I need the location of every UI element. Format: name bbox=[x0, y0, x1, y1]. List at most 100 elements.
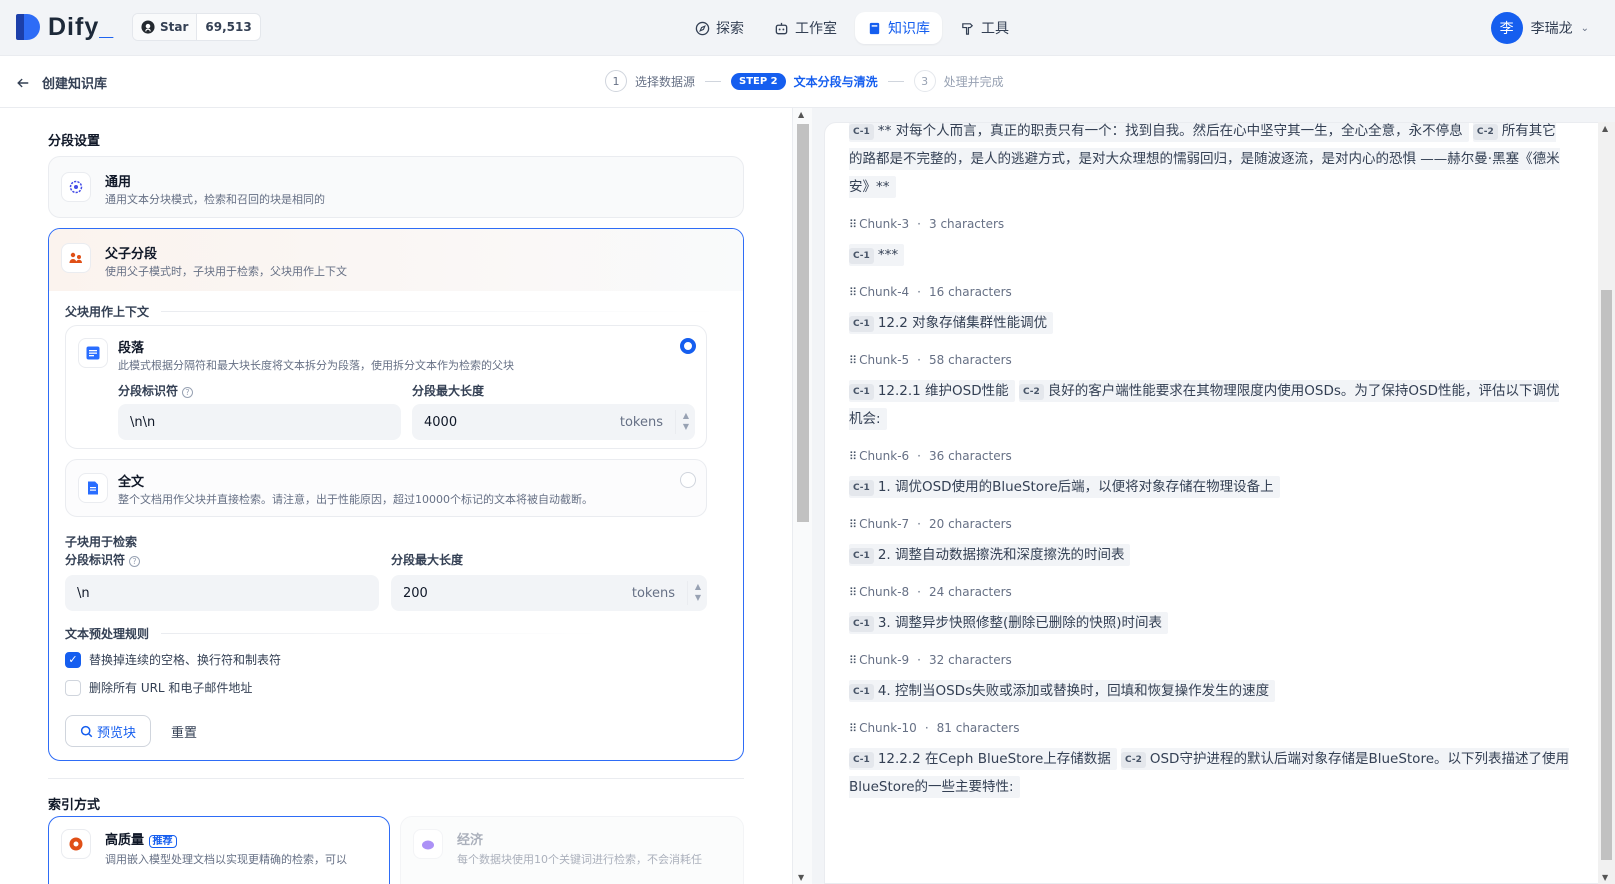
child-chunk-tag: C-1 bbox=[849, 248, 874, 264]
child-chunk-text: 4. 控制当OSDs失败或添加或替换时，回填和恢复操作发生的速度 bbox=[877, 683, 1270, 699]
child-chunk-tag: C-1 bbox=[849, 548, 874, 564]
grip-icon: ⠿ bbox=[849, 585, 857, 599]
grip-icon: ⠿ bbox=[849, 517, 857, 531]
step-3: 3 处理并完成 bbox=[913, 70, 1004, 92]
high-quality-option[interactable]: 高质量 推荐 调用嵌入模型处理文档以实现更精确的检索，可以 bbox=[48, 816, 390, 884]
checkbox-checked[interactable]: ✓ bbox=[65, 651, 81, 668]
grip-icon: ⠿ bbox=[849, 653, 857, 667]
chunk-content: C-1 3. 调整异步快照修整(删除已删除的快照)时间表 bbox=[849, 609, 1569, 637]
help-icon: ? bbox=[182, 387, 194, 398]
nav-explore[interactable]: 探索 bbox=[683, 12, 756, 44]
chunk-char-count: 3 characters bbox=[929, 217, 1005, 231]
chunk-item: ⠿ Chunk-5 · 58 characters C-1 12.2.1 维护OSD性能 … bbox=[849, 351, 1569, 433]
github-star-button[interactable]: Star 69,513 bbox=[132, 13, 261, 41]
chunk-meta: ⠿ Chunk-9 · 32 characters bbox=[849, 653, 1012, 667]
scroll-thumb[interactable] bbox=[797, 124, 809, 522]
gear-icon bbox=[61, 172, 91, 202]
fulltext-radio[interactable] bbox=[680, 472, 696, 488]
preview-scrollbar[interactable]: ▲ ▼ bbox=[1598, 122, 1615, 884]
chevron-down-icon: ⌄ bbox=[1580, 22, 1589, 34]
child-chunk-tag: C-1 bbox=[849, 752, 874, 768]
chunk-content: C-1 *** bbox=[849, 241, 1569, 269]
parent-maxlen-input[interactable]: 4000 tokens ▲ ▼ bbox=[412, 404, 695, 440]
parent-child-mode-card[interactable]: 父子分段 使用父子模式时，子块用于检索，父块用作上下文 父块用作上下文 段落 此… bbox=[48, 228, 744, 761]
chunk-meta: ⠿ Chunk-8 · 24 characters bbox=[849, 585, 1012, 599]
chunk-item: ⠿ Chunk-6 · 36 characters C-1 1. 调优OSD使用的Blue… bbox=[849, 447, 1569, 501]
preview-chunks-button[interactable]: 预览块 bbox=[65, 715, 152, 747]
child-chunk-text: 12.2 对象存储集群性能调优 bbox=[877, 315, 1048, 331]
chunk-name: Chunk-4 bbox=[859, 285, 910, 299]
nav-tools[interactable]: 工具 bbox=[948, 12, 1021, 44]
hammer-icon bbox=[962, 22, 974, 35]
child-chunk: C-1 4. 控制当OSDs失败或添加或替换时，回填和恢复操作发生的速度 bbox=[849, 680, 1276, 702]
chunk-meta: ⠿ Chunk-4 · 16 characters bbox=[849, 285, 1012, 299]
help-icon: ? bbox=[129, 556, 141, 567]
grip-icon: ⠿ bbox=[849, 721, 857, 735]
chunk-content: C-1 12.2.2 在Ceph BlueStore上存储数据 C-2 OSD守护进… bbox=[849, 745, 1570, 801]
chunk-content: C-1 ** 对每个人而言，真正的职责只有一个：找到自我。然后在心中坚守其一生，全… bbox=[849, 123, 1569, 201]
chunk-name: Chunk-9 bbox=[859, 653, 910, 667]
economy-option[interactable]: 经济 每个数据块使用10个关键词进行检索，不会消耗任 bbox=[400, 816, 744, 884]
step-1: 1 选择数据源 bbox=[605, 70, 695, 92]
parent-delimiter-input[interactable]: \n\n bbox=[118, 404, 401, 440]
child-chunk-tag: C-2 bbox=[1018, 384, 1044, 400]
chunk-char-count: 36 characters bbox=[929, 449, 1012, 463]
main-nav: 探索 工作室 知识库 工具 bbox=[683, 12, 1021, 44]
chunk-content: C-1 12.2.1 维护OSD性能 C-2 良好的客户端性能要求在其物理限度内使用… bbox=[849, 377, 1569, 433]
user-menu[interactable]: 李 李瑞龙 ⌄ bbox=[1490, 12, 1589, 44]
star-label: Star bbox=[160, 20, 189, 34]
child-chunk-text: 1. 调优OSD使用的BlueStore后端，以便将对象存储在物理设备上 bbox=[877, 479, 1274, 495]
grip-icon: ⠿ bbox=[849, 285, 857, 299]
recommended-badge: 推荐 bbox=[148, 835, 177, 848]
document-icon bbox=[78, 473, 108, 503]
nav-studio[interactable]: 工作室 bbox=[762, 12, 849, 44]
left-scrollbar[interactable]: ▲ ▼ bbox=[792, 108, 812, 884]
fulltext-option[interactable]: 全文 整个文档用作父块并直接检索。请注意，出于性能原因，超过10000个标记的文… bbox=[65, 459, 707, 517]
chunk-char-count: 16 characters bbox=[929, 285, 1012, 299]
brand-name: Dify bbox=[48, 12, 100, 41]
grip-icon: ⠿ bbox=[849, 353, 857, 367]
search-icon bbox=[80, 725, 93, 737]
user-name: 李瑞龙 bbox=[1530, 21, 1573, 37]
child-chunk: C-1 *** bbox=[849, 244, 905, 266]
dify-logo[interactable]: Dify_ bbox=[16, 12, 114, 42]
child-delimiter-input[interactable]: \n bbox=[65, 575, 379, 611]
checkbox-unchecked[interactable] bbox=[65, 679, 81, 696]
paragraph-radio[interactable] bbox=[680, 338, 696, 354]
chunk-item: ⠿ Chunk-7 · 20 characters C-1 2. 调整自动数据擦洗和深度擦… bbox=[849, 515, 1569, 569]
compass-icon bbox=[695, 21, 710, 35]
chunk-item: ⠿ Chunk-3 · 3 characters C-1 *** bbox=[849, 215, 1569, 269]
child-chunk-text: 12.2.1 维护OSD性能 bbox=[877, 383, 1009, 399]
child-chunk-tag: C-1 bbox=[849, 480, 874, 496]
segment-settings-panel: 分段设置 通用 通用文本分块模式，检索和召回的块是相同的 父子分段 使用父子模式… bbox=[0, 108, 792, 884]
arrow-left-icon bbox=[17, 78, 29, 87]
rule-replace-spaces[interactable]: ✓ 替换掉连续的空格、换行符和制表符 bbox=[65, 651, 281, 668]
rule-remove-urls[interactable]: 删除所有 URL 和电子邮件地址 bbox=[65, 679, 252, 696]
nav-knowledge[interactable]: 知识库 bbox=[855, 12, 942, 44]
paragraph-icon bbox=[78, 338, 108, 368]
child-chunk: C-1 ** 对每个人而言，真正的职责只有一个：找到自我。然后在心中坚守其一生，全… bbox=[849, 123, 1469, 142]
wizard-header: 创建知识库 1 选择数据源 STEP 2 文本分段与清洗 3 处理并完成 bbox=[0, 56, 1615, 108]
star-count: 69,513 bbox=[205, 20, 252, 34]
chunk-item: ⠿ Chunk-8 · 24 characters C-1 3. 调整异步快照修整(删除已… bbox=[849, 583, 1569, 637]
general-mode-card[interactable]: 通用 通用文本分块模式，检索和召回的块是相同的 bbox=[48, 156, 744, 218]
chunk-content: C-1 2. 调整自动数据擦洗和深度擦洗的时间表 bbox=[849, 541, 1569, 569]
logo-icon bbox=[16, 12, 42, 42]
child-chunk-tag: C-2 bbox=[1121, 752, 1146, 768]
top-navbar: Dify_ Star 69,513 探索 工作室 知识库 工具 李 李瑞龙 ⌄ bbox=[0, 0, 1615, 56]
scroll-thumb[interactable] bbox=[1601, 290, 1612, 860]
scroll-down-icon: ▼ bbox=[1602, 873, 1609, 882]
paragraph-option[interactable]: 段落 此模式根据分隔符和最大块长度将文本拆分为段落，使用拆分文本作为检索的父块 … bbox=[65, 325, 707, 449]
child-maxlen-input[interactable]: 200 tokens ▲ ▼ bbox=[391, 575, 707, 611]
child-chunk-text: 2. 调整自动数据擦洗和深度擦洗的时间表 bbox=[877, 547, 1125, 563]
back-button[interactable]: 创建知识库 bbox=[16, 73, 107, 92]
parent-child-icon bbox=[61, 243, 91, 273]
child-chunk: C-1 12.2.1 维护OSD性能 bbox=[849, 380, 1015, 402]
child-chunk: C-1 2. 调整自动数据擦洗和深度擦洗的时间表 bbox=[849, 544, 1131, 566]
chunk-meta: ⠿ Chunk-5 · 58 characters bbox=[849, 353, 1012, 367]
high-quality-icon bbox=[61, 829, 91, 859]
chunk-meta: ⠿ Chunk-3 · 3 characters bbox=[849, 217, 1005, 231]
reset-button[interactable]: 重置 bbox=[157, 715, 211, 747]
child-chunk-tag: C-1 bbox=[849, 384, 874, 400]
segment-settings-title: 分段设置 bbox=[48, 134, 101, 149]
